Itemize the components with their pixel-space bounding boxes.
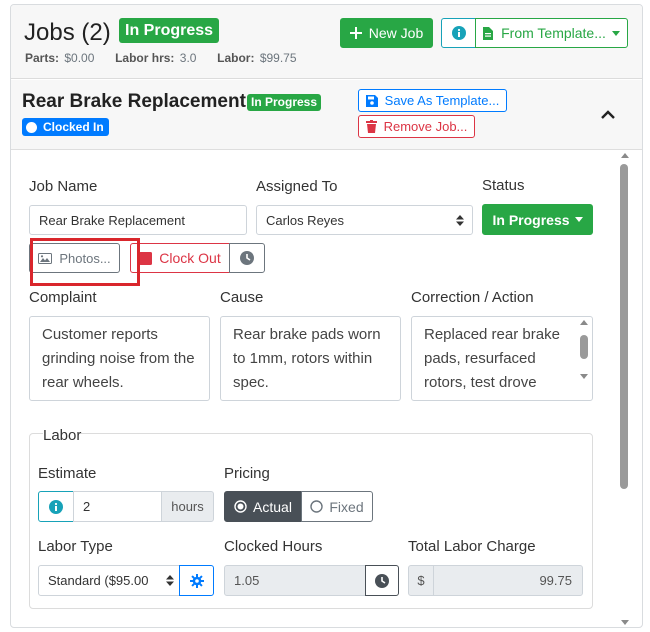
parts-value: $0.00: [64, 51, 95, 65]
clock-icon: [240, 251, 254, 265]
status-label: Status: [482, 177, 525, 194]
clock-icon: [375, 573, 389, 588]
labor-type-settings-button[interactable]: [179, 565, 214, 596]
gear-icon: [189, 573, 204, 588]
job-name-label: Job Name: [29, 178, 98, 195]
pricing-fixed-radio[interactable]: Fixed: [301, 491, 373, 522]
clocked-hours-input: 1.05: [224, 565, 366, 596]
save-as-template-label: Save As Template...: [384, 93, 500, 108]
trash-icon: [365, 120, 377, 133]
select-arrows-icon: [166, 575, 174, 586]
job-title: Rear Brake Replacement: [22, 91, 246, 112]
radio-checked-icon: [234, 500, 247, 513]
select-arrows-icon: [456, 215, 464, 226]
correction-label: Correction / Action: [411, 289, 534, 306]
remove-job-label: Remove Job...: [383, 119, 468, 134]
assigned-to-select[interactable]: Carlos Reyes: [256, 205, 473, 235]
new-job-button[interactable]: New Job: [340, 18, 433, 48]
currency-addon: $: [408, 565, 434, 596]
info-button[interactable]: [441, 18, 476, 48]
save-as-template-button[interactable]: Save As Template...: [358, 89, 507, 112]
info-icon: [451, 26, 466, 40]
estimate-info-button[interactable]: [38, 491, 74, 522]
clock-dot-icon: [26, 121, 37, 133]
assigned-to-label: Assigned To: [256, 178, 338, 195]
caret-down-icon: [611, 30, 620, 36]
jobs-summary: Parts: $0.00 Labor hrs: 3.0 Labor: $99.7…: [25, 51, 297, 65]
correction-scrollbar[interactable]: [577, 318, 591, 399]
pricing-actual-radio[interactable]: Actual: [224, 491, 302, 522]
parts-label: Parts:: [25, 51, 60, 65]
labor-total-value: $99.75: [259, 51, 297, 65]
clocked-hours-label: Clocked Hours: [224, 538, 323, 555]
jobs-header: Jobs (2) In Progress Parts: $0.00 Labor …: [11, 5, 642, 79]
clock-out-label: Clock Out: [159, 250, 221, 266]
clocked-in-badge: Clocked In: [22, 118, 109, 136]
new-job-label: New Job: [368, 25, 424, 41]
cause-label: Cause: [220, 289, 264, 306]
labor-type-select[interactable]: Standard ($95.00: [38, 565, 180, 596]
status-badge: In Progress: [119, 18, 220, 43]
labor-legend: Labor: [43, 427, 82, 444]
labor-type-label: Labor Type: [38, 538, 113, 555]
status-dropdown[interactable]: In Progress: [482, 204, 593, 235]
estimate-unit: hours: [161, 491, 214, 522]
labor-hrs-value: 3.0: [179, 51, 197, 65]
chevron-up-icon[interactable]: [601, 110, 615, 119]
labor-type-value: Standard ($95.00: [48, 573, 149, 588]
page-title: Jobs (2): [24, 19, 111, 46]
labor-hrs-label: Labor hrs:: [115, 51, 175, 65]
correction-textarea[interactable]: Replaced rear brake pads, resurfaced rot…: [411, 316, 593, 401]
job-name-input[interactable]: Rear Brake Replacement: [29, 205, 247, 235]
info-icon: [49, 499, 63, 514]
clock-history-button[interactable]: [229, 243, 265, 273]
estimate-input[interactable]: 2: [73, 491, 162, 522]
jobs-panel: Jobs (2) In Progress Parts: $0.00 Labor …: [10, 4, 643, 628]
cause-textarea[interactable]: Rear brake pads worn to 1mm, rotors with…: [220, 316, 401, 401]
total-labor-label: Total Labor Charge: [408, 538, 536, 555]
remove-job-button[interactable]: Remove Job...: [358, 115, 475, 138]
pricing-fixed-label: Fixed: [329, 498, 364, 515]
assigned-to-value: Carlos Reyes: [266, 212, 345, 228]
photos-highlight-box: [30, 238, 140, 286]
estimate-label: Estimate: [38, 465, 97, 482]
clocked-hours-history-button[interactable]: [365, 565, 399, 596]
job-card-scrollbar[interactable]: [620, 153, 630, 627]
labor-total-label: Labor:: [217, 51, 255, 65]
complaint-textarea[interactable]: Customer reports grinding noise from the…: [29, 316, 210, 401]
clocked-in-label: Clocked In: [43, 120, 104, 134]
from-template-button[interactable]: From Template...: [475, 18, 628, 48]
job-status-badge: In Progress: [247, 94, 322, 111]
total-labor-input: 99.75: [433, 565, 583, 596]
status-value: In Progress: [492, 211, 570, 228]
plus-icon: [349, 27, 362, 39]
complaint-label: Complaint: [29, 289, 97, 306]
pricing-label: Pricing: [224, 465, 270, 482]
file-icon: [483, 26, 494, 40]
radio-unchecked-icon: [310, 500, 324, 513]
caret-down-icon: [574, 217, 583, 222]
save-icon: [365, 94, 378, 107]
job-card-header: Rear Brake Replacement In Progress Clock…: [11, 80, 642, 150]
clock-out-button[interactable]: Clock Out: [130, 243, 230, 273]
stop-icon: [139, 251, 153, 265]
pricing-actual-label: Actual: [253, 498, 292, 515]
from-template-label: From Template...: [501, 25, 606, 41]
